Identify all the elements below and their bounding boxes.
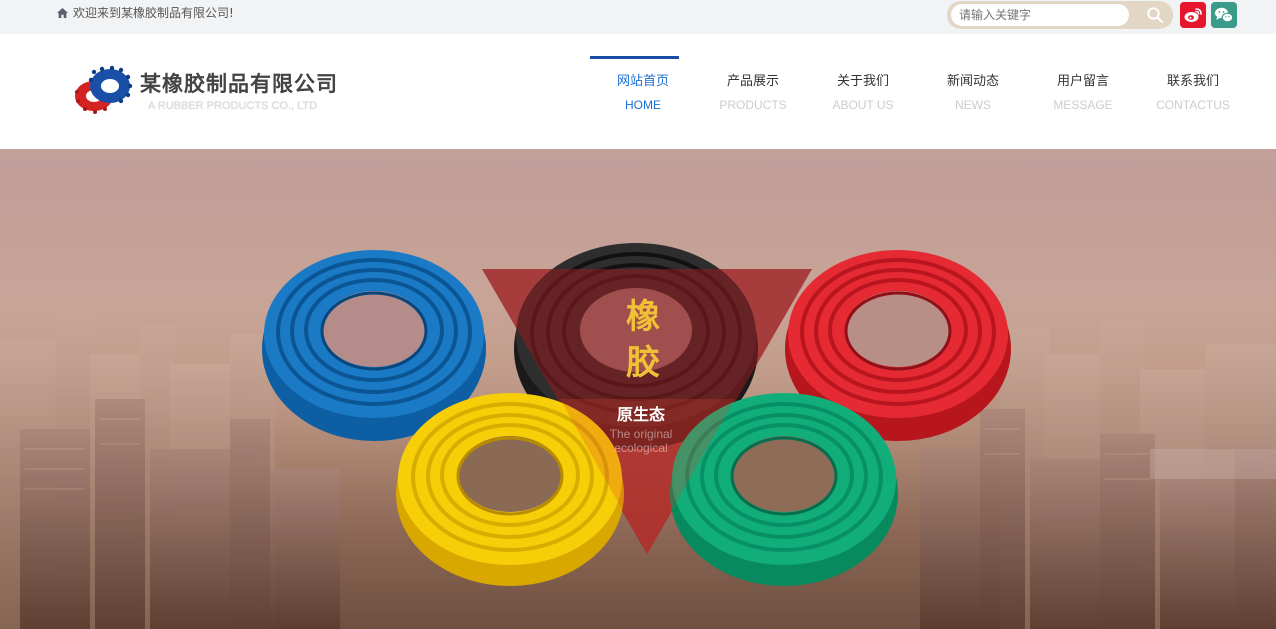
weibo-icon	[1184, 8, 1202, 22]
weibo-button[interactable]	[1180, 2, 1206, 28]
nav-label-cn: 用户留言	[1056, 74, 1109, 89]
hero-banner: 橡 胶 原生态 The original ecological	[0, 149, 1276, 629]
logo-title: 某橡胶制品有限公司	[140, 71, 338, 96]
nav-home[interactable]: 网站首页 HOME	[588, 34, 698, 149]
nav-contact[interactable]: 联系我们 CONTACTUS	[1138, 34, 1248, 149]
nav-news[interactable]: 新闻动态 NEWS	[918, 34, 1028, 149]
search-input[interactable]	[951, 4, 1129, 26]
main-nav: 网站首页 HOME 产品展示 PRODUCTS 关于我们 ABOUT US 新闻…	[588, 34, 1248, 149]
welcome-text: 欢迎来到某橡胶制品有限公司!	[73, 6, 234, 20]
search-icon	[1147, 7, 1164, 24]
nav-label-cn: 联系我们	[1166, 74, 1219, 89]
search-button[interactable]	[1143, 4, 1167, 26]
welcome-bar: 欢迎来到某橡胶制品有限公司!	[56, 4, 234, 21]
nav-label-en: HOME	[625, 98, 661, 112]
nav-message[interactable]: 用户留言 MESSAGE	[1028, 34, 1138, 149]
nav-label-en: NEWS	[955, 98, 991, 112]
nav-label-en: ABOUT US	[832, 98, 894, 112]
hero-char-2: 胶	[626, 343, 660, 383]
nav-label-en: CONTACTUS	[1156, 98, 1230, 112]
hero-char-1: 橡	[626, 297, 660, 337]
nav-products[interactable]: 产品展示 PRODUCTS	[698, 34, 808, 149]
search-box	[947, 1, 1173, 29]
nav-label-en: MESSAGE	[1053, 98, 1113, 112]
nav-label-cn: 关于我们	[836, 74, 889, 89]
nav-label-cn: 新闻动态	[946, 74, 999, 89]
nav-about[interactable]: 关于我们 ABOUT US	[808, 34, 918, 149]
nav-label-cn: 产品展示	[726, 74, 779, 89]
nav-label-en: PRODUCTS	[719, 98, 787, 112]
hero-subtitle-en: The original ecological	[609, 427, 673, 455]
site-header: 某橡胶制品有限公司 A RUBBER PRODUCTS CO., LTD 网站首…	[0, 34, 1276, 149]
top-bar: 欢迎来到某橡胶制品有限公司!	[0, 0, 1276, 34]
site-logo[interactable]: 某橡胶制品有限公司 A RUBBER PRODUCTS CO., LTD	[72, 64, 338, 116]
wechat-button[interactable]	[1211, 2, 1237, 28]
wechat-icon	[1215, 7, 1234, 23]
hero-subtitle-cn: 原生态	[616, 405, 665, 424]
home-icon	[57, 7, 68, 18]
city-backdrop	[0, 149, 1276, 629]
logo-subtitle: A RUBBER PRODUCTS CO., LTD	[148, 100, 318, 112]
nav-label-cn: 网站首页	[616, 74, 669, 89]
rubber-ring-logo	[75, 65, 133, 114]
hero-subtitle: 原生态 The original ecological	[582, 401, 700, 455]
